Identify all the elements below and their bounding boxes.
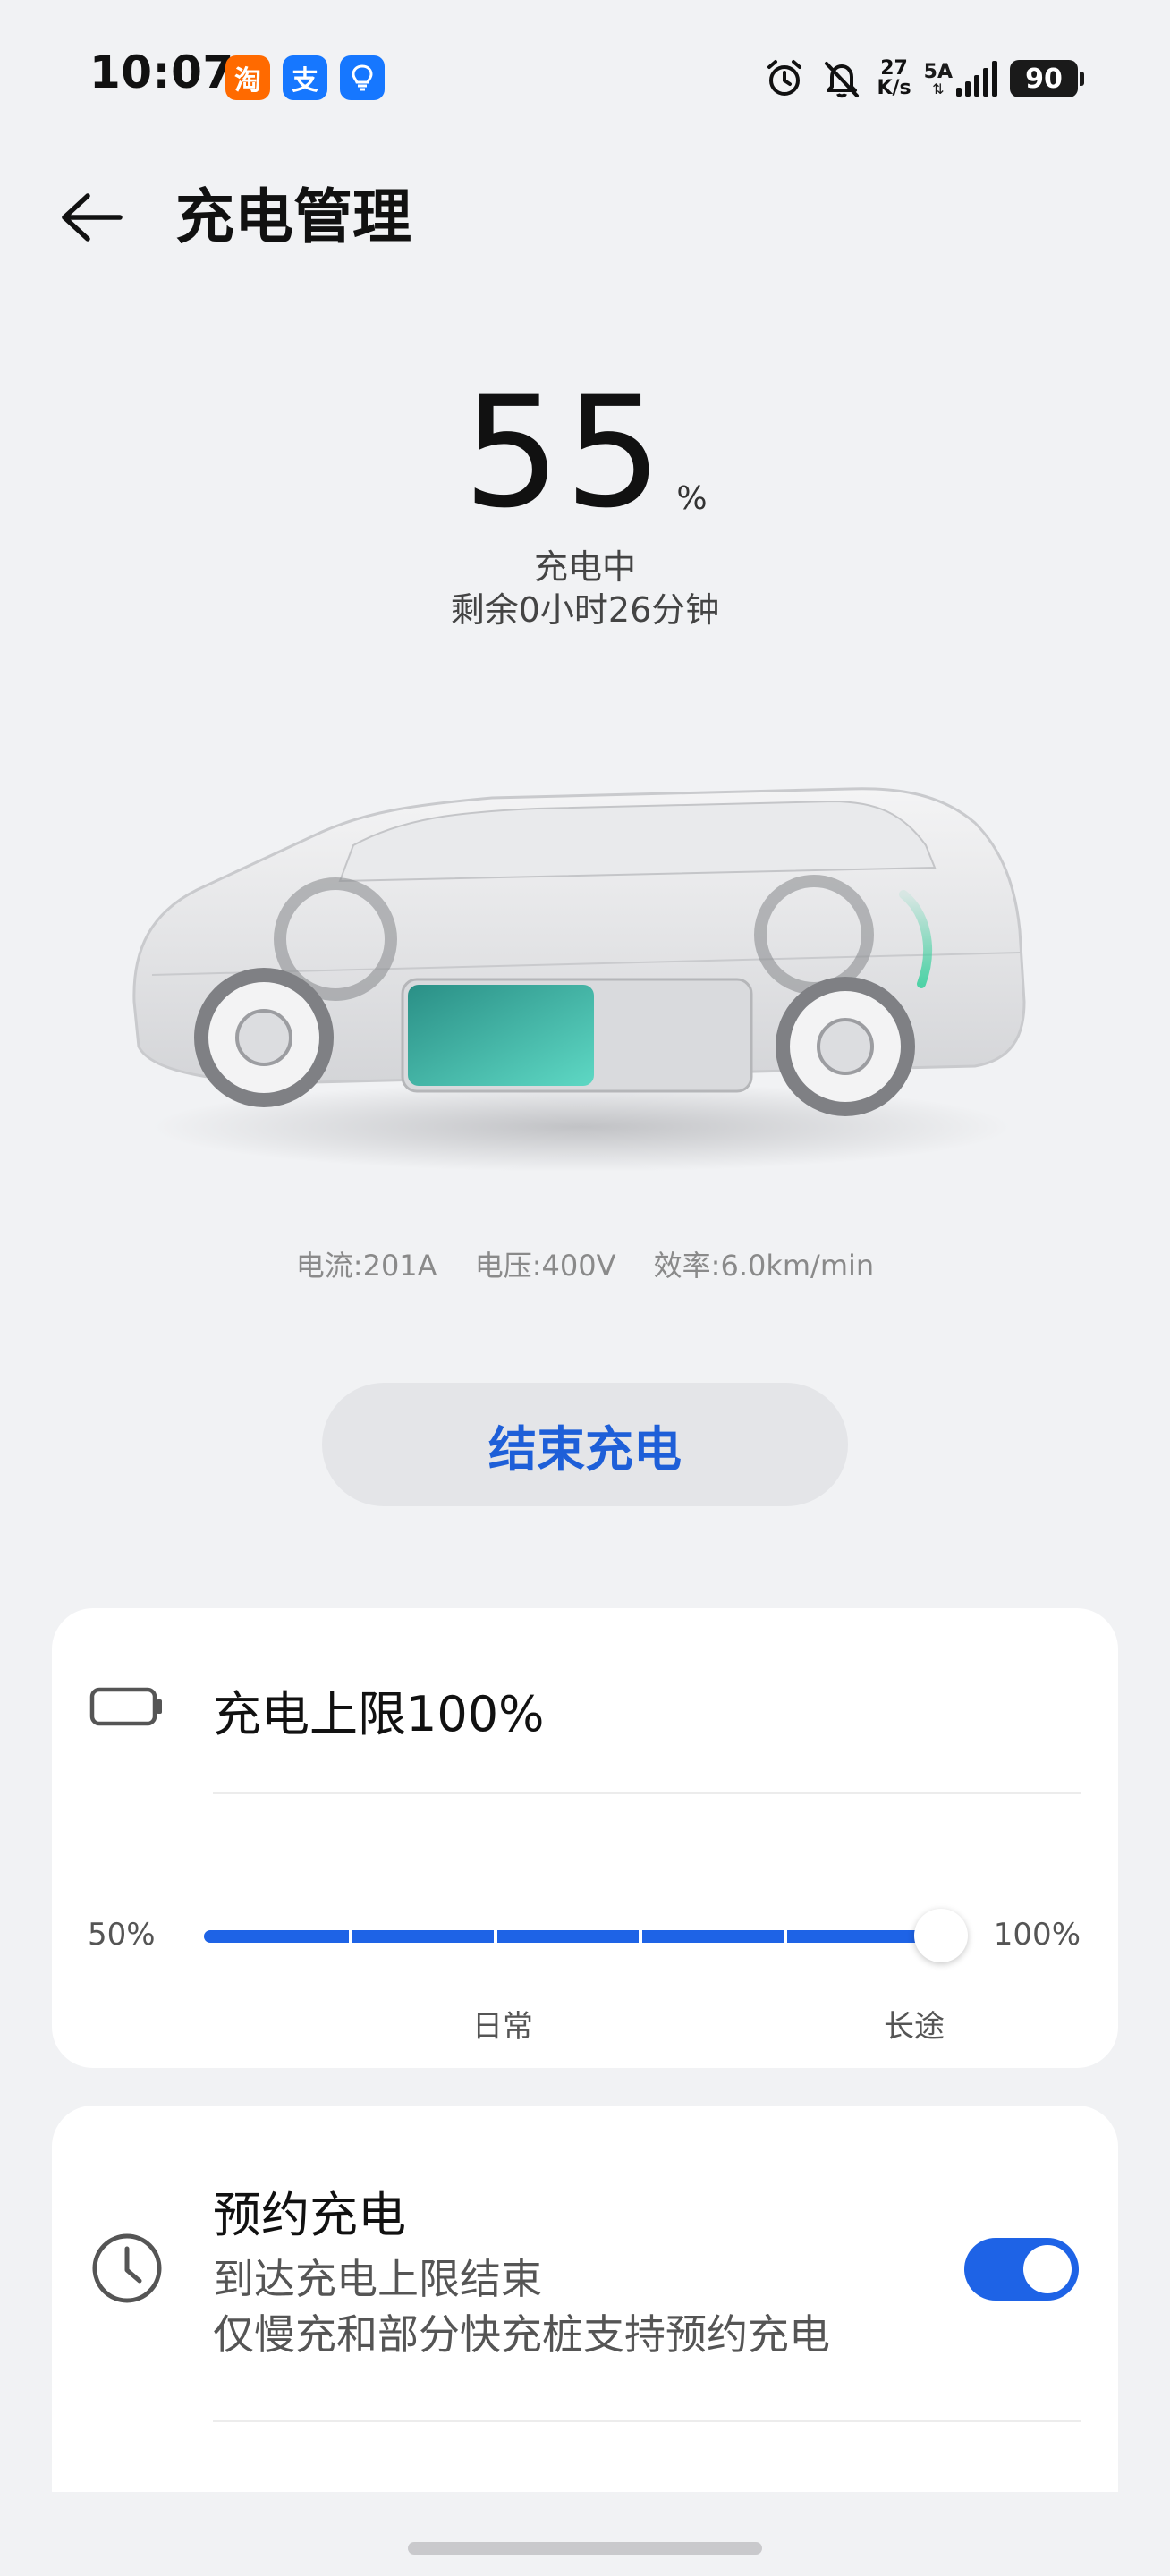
scheduled-charging-title: 预约充电 <box>213 2187 406 2243</box>
status-bar: 10:07 淘 支 27 K/s 5A ⇅ 90 <box>0 0 1170 157</box>
scheduled-charging-toggle[interactable] <box>964 2238 1079 2301</box>
slider-min-label: 50% <box>88 1917 156 1953</box>
network-speed: 27 K/s <box>877 59 911 98</box>
charge-status: 充电中 <box>533 547 636 587</box>
stop-charging-button[interactable]: 结束充电 <box>322 1383 848 1506</box>
alipay-app-icon: 支 <box>283 55 327 100</box>
signal-label: 5A <box>923 61 953 83</box>
network-speed-value: 27 <box>880 57 908 80</box>
divider <box>213 2420 1081 2422</box>
status-time: 10:07 <box>89 47 234 98</box>
charge-percent: 55 <box>462 362 666 542</box>
signal-bars-icon <box>956 61 997 97</box>
metric-current: 电流:201A <box>295 1249 437 1283</box>
alarm-icon <box>767 60 802 96</box>
toggle-knob <box>1023 2245 1072 2293</box>
bottom-area <box>0 2492 1170 2576</box>
charge-level-display: 55 % 充电中 剩余0小时26分钟 <box>0 376 1170 631</box>
battery-indicator: 90 <box>1010 60 1084 97</box>
battery-tip <box>1080 72 1084 86</box>
metric-efficiency: 效率:6.0km/min <box>653 1249 875 1283</box>
charge-limit-card: 充电上限100% 50% 100% 日常 长途 <box>52 1608 1118 2068</box>
home-indicator[interactable] <box>408 2542 762 2555</box>
slider-tick <box>784 1930 787 1943</box>
battery-level: 90 <box>1010 60 1078 97</box>
divider <box>213 1792 1081 1794</box>
slider-tick <box>349 1930 352 1943</box>
status-icons: 27 K/s 5A ⇅ 90 <box>762 52 1084 106</box>
back-arrow-icon <box>62 193 123 242</box>
page-header: 充电管理 <box>0 161 1170 259</box>
mute-bell-icon <box>825 62 860 98</box>
metric-voltage: 电压:400V <box>474 1249 616 1283</box>
charge-limit-slider[interactable] <box>204 1930 937 1943</box>
scheduled-charging-desc-1: 到达充电上限结束 <box>213 2255 542 2303</box>
scheduled-charging-desc-2: 仅慢充和部分快充桩支持预约充电 <box>213 2310 830 2359</box>
slider-tick <box>639 1930 642 1943</box>
slider-thumb[interactable] <box>914 1909 968 1962</box>
charge-percent-unit: % <box>676 480 708 517</box>
slider-label-long-trip: 长途 <box>884 2009 945 2045</box>
slider-tick <box>494 1930 497 1943</box>
charge-percent-wrap: 55 % <box>462 376 707 530</box>
page-title: 充电管理 <box>175 182 411 251</box>
charging-metrics: 电流:201A 电压:400V 效率:6.0km/min <box>0 1243 1170 1284</box>
charging-management-page: 10:07 淘 支 27 K/s 5A ⇅ 90 充电管理 55 % 充电中 剩… <box>0 0 1170 2576</box>
clock-icon <box>92 2233 162 2303</box>
battery-pack-fill <box>408 985 594 1086</box>
slider-max-label: 100% <box>993 1917 1081 1953</box>
charge-remaining-time: 剩余0小时26分钟 <box>450 590 720 630</box>
lightbulb-app-icon <box>340 55 385 100</box>
taobao-app-icon: 淘 <box>225 55 270 100</box>
car-illustration <box>132 787 1026 1172</box>
slider-label-daily: 日常 <box>472 2009 533 2045</box>
network-speed-unit: K/s <box>877 77 911 99</box>
battery-icon <box>89 1687 162 1726</box>
data-arrows-icon: ⇅ <box>932 80 945 97</box>
charge-limit-title: 充电上限100% <box>213 1686 545 1742</box>
signal-indicator: 5A ⇅ <box>924 61 997 97</box>
back-button[interactable] <box>50 177 131 258</box>
